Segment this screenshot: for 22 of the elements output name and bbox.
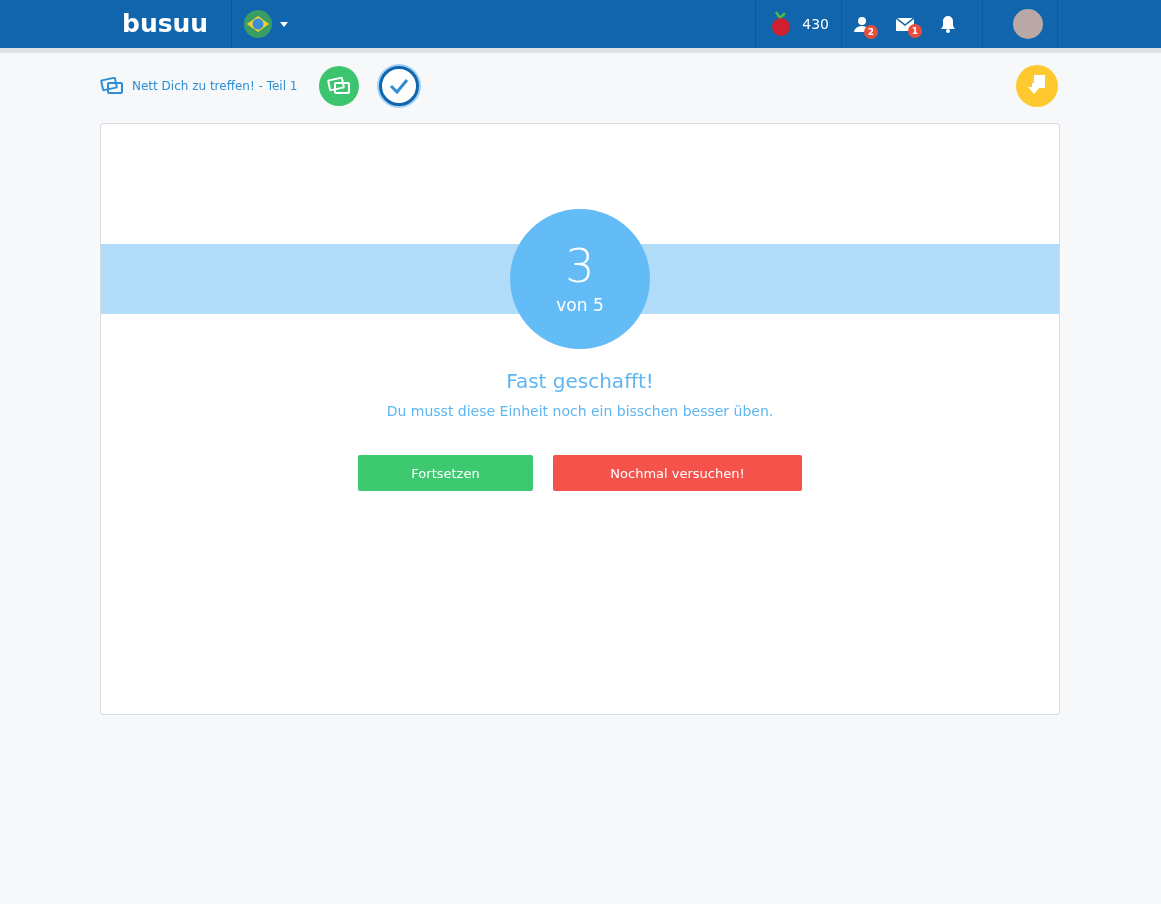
bell-icon[interactable] xyxy=(940,15,956,33)
notification-badge: 1 xyxy=(908,23,922,38)
flag-icon xyxy=(244,10,272,38)
lesson-title[interactable]: Nett Dich zu treffen! - Teil 1 xyxy=(132,79,298,93)
caret-icon xyxy=(280,21,288,27)
result-headline: Fast geschafft! xyxy=(506,369,654,393)
score-value: 3 xyxy=(565,243,595,289)
result-message: Du musst diese Einheit noch ein bisschen besser üben. xyxy=(386,403,774,419)
messages-button[interactable]: 1 xyxy=(896,17,922,38)
check-icon xyxy=(389,78,410,94)
logo[interactable]: busuu xyxy=(122,9,209,39)
mail-icon xyxy=(896,17,914,31)
points-count: 430 xyxy=(802,16,829,32)
notification-badge: 2 xyxy=(864,25,878,39)
continue-button[interactable]: Fortsetzen xyxy=(358,455,533,491)
score-total: von 5 xyxy=(556,295,604,315)
cards-icon xyxy=(100,77,124,95)
retry-button[interactable]: Nochmal versuchen! xyxy=(553,455,802,491)
cards-icon xyxy=(327,77,352,95)
avatar[interactable] xyxy=(1013,9,1043,39)
step-button[interactable] xyxy=(379,66,420,106)
friends-button[interactable]: 2 xyxy=(854,16,878,39)
